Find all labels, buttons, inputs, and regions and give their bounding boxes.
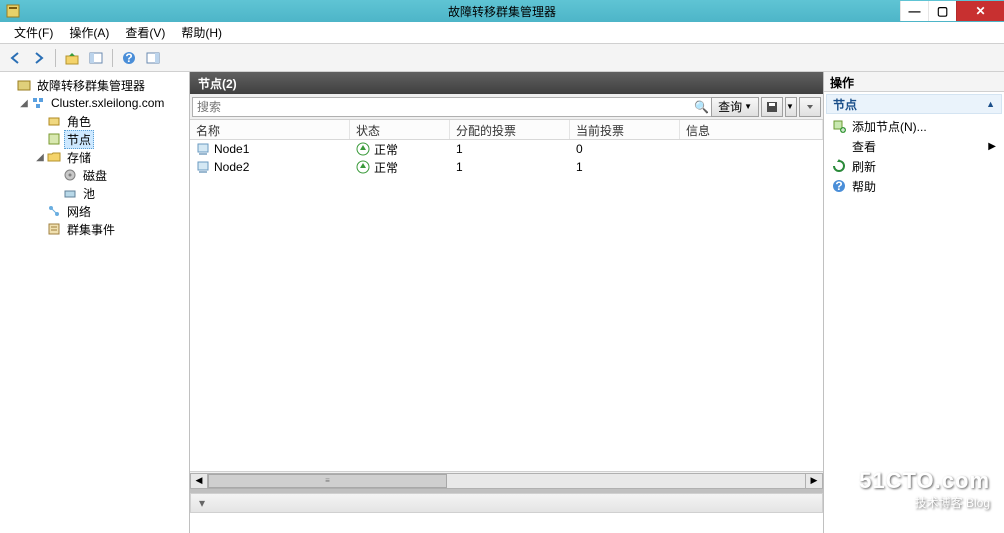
pool-icon xyxy=(62,185,78,201)
show-hide-tree-button[interactable] xyxy=(85,47,107,69)
disk-icon xyxy=(62,167,78,183)
search-row: 🔍 查询▼ ▼ xyxy=(190,94,823,120)
tree-disks[interactable]: 磁盘 xyxy=(0,166,189,184)
detail-pane: ▾ xyxy=(190,489,823,533)
svg-text:?: ? xyxy=(125,51,132,65)
table-row[interactable]: Node1 正常 10 xyxy=(190,140,823,158)
nav-forward-button[interactable] xyxy=(28,47,50,69)
help-button[interactable]: ? xyxy=(118,47,140,69)
nodes-icon xyxy=(46,131,62,147)
list-body[interactable]: Node1正常10Node2正常11 xyxy=(190,140,823,471)
action-view[interactable]: 查看 ▶ xyxy=(826,136,1002,156)
title-bar: 故障转移群集管理器 — ▢ ✕ xyxy=(0,0,1004,22)
toolbar: ? xyxy=(0,44,1004,72)
tree-pools[interactable]: 池 xyxy=(0,184,189,202)
menu-view[interactable]: 查看(V) xyxy=(117,22,173,43)
actions-pane: 操作 节点 ▲ 添加节点(N)... 查看 ▶ 刷新 ? 帮助 xyxy=(824,72,1004,533)
node-icon xyxy=(196,142,210,156)
menu-help[interactable]: 帮助(H) xyxy=(173,22,230,43)
node-name: Node2 xyxy=(214,160,249,174)
query-button[interactable]: 查询▼ xyxy=(711,97,759,117)
up-level-button[interactable] xyxy=(61,47,83,69)
save-query-button[interactable] xyxy=(761,97,783,117)
app-icon xyxy=(6,4,20,18)
expander-icon[interactable]: ◢ xyxy=(34,152,46,163)
current-vote: 0 xyxy=(570,142,680,156)
scroll-thumb[interactable]: ≡ xyxy=(208,474,447,488)
action-help[interactable]: ? 帮助 xyxy=(826,176,1002,196)
search-input[interactable] xyxy=(192,97,712,117)
menu-bar: 文件(F) 操作(A) 查看(V) 帮助(H) xyxy=(0,22,1004,44)
actions-title: 操作 xyxy=(824,72,1004,92)
maximize-button[interactable]: ▢ xyxy=(928,1,956,21)
folder-icon xyxy=(46,149,62,165)
window-title: 故障转移群集管理器 xyxy=(448,3,556,20)
detail-expander[interactable]: ▾ xyxy=(190,493,823,513)
scroll-right-button[interactable]: ▶ xyxy=(805,473,823,489)
col-assigned-vote[interactable]: 分配的投票 xyxy=(450,120,570,139)
events-icon xyxy=(46,221,62,237)
search-icon[interactable]: 🔍 xyxy=(694,100,709,114)
roles-icon xyxy=(46,113,62,129)
node-name: Node1 xyxy=(214,142,249,156)
submenu-arrow-icon: ▶ xyxy=(988,141,996,152)
node-list: 名称 状态 分配的投票 当前投票 信息 Node1正常10Node2正常11 ◀… xyxy=(190,120,823,489)
tree-networks[interactable]: 网络 xyxy=(0,202,189,220)
menu-action[interactable]: 操作(A) xyxy=(61,22,117,43)
collapse-icon[interactable]: ▲ xyxy=(986,99,995,109)
close-button[interactable]: ✕ xyxy=(956,1,1004,21)
navigation-tree[interactable]: 故障转移群集管理器 ◢ Cluster.sxleilong.com 角色 节点 … xyxy=(0,72,190,533)
current-vote: 1 xyxy=(570,160,680,174)
col-name[interactable]: 名称 xyxy=(190,120,350,139)
svg-text:?: ? xyxy=(835,179,842,193)
toolbar-separator xyxy=(112,49,113,67)
center-header: 节点(2) xyxy=(190,72,823,94)
node-icon xyxy=(196,160,210,174)
list-header: 名称 状态 分配的投票 当前投票 信息 xyxy=(190,120,823,140)
tree-storage[interactable]: ◢ 存储 xyxy=(0,148,189,166)
nav-back-button[interactable] xyxy=(4,47,26,69)
tree-root[interactable]: 故障转移群集管理器 xyxy=(0,76,189,94)
table-row[interactable]: Node2 正常 11 xyxy=(190,158,823,176)
toolbar-separator xyxy=(55,49,56,67)
expander-icon[interactable]: ◢ xyxy=(18,98,30,109)
action-add-node[interactable]: 添加节点(N)... xyxy=(826,116,1002,136)
status-text: 正常 xyxy=(374,159,398,176)
tree-roles[interactable]: 角色 xyxy=(0,112,189,130)
actions-section-head[interactable]: 节点 ▲ xyxy=(826,94,1002,114)
menu-file[interactable]: 文件(F) xyxy=(6,22,61,43)
scroll-left-button[interactable]: ◀ xyxy=(190,473,208,489)
col-info[interactable]: 信息 xyxy=(680,120,823,139)
cluster-manager-icon xyxy=(16,77,32,93)
tree-nodes[interactable]: 节点 xyxy=(0,130,189,148)
refresh-icon xyxy=(832,159,846,173)
save-query-dropdown[interactable]: ▼ xyxy=(785,97,797,117)
expand-options-button[interactable] xyxy=(799,97,821,117)
tree-cluster[interactable]: ◢ Cluster.sxleilong.com xyxy=(0,94,189,112)
assigned-vote: 1 xyxy=(450,160,570,174)
center-pane: 节点(2) 🔍 查询▼ ▼ 名称 状态 分配的投票 当前投票 信息 Node1 正… xyxy=(190,72,824,533)
help-icon: ? xyxy=(832,179,846,193)
status-up-icon xyxy=(356,142,370,156)
status-text: 正常 xyxy=(374,141,398,158)
network-icon xyxy=(46,203,62,219)
tree-events[interactable]: 群集事件 xyxy=(0,220,189,238)
action-refresh[interactable]: 刷新 xyxy=(826,156,1002,176)
horizontal-scrollbar[interactable]: ◀ ≡ ▶ xyxy=(190,471,823,489)
cluster-icon xyxy=(30,95,46,111)
status-up-icon xyxy=(356,160,370,174)
col-status[interactable]: 状态 xyxy=(350,120,450,139)
scroll-track[interactable]: ≡ xyxy=(208,473,805,489)
assigned-vote: 1 xyxy=(450,142,570,156)
col-current-vote[interactable]: 当前投票 xyxy=(570,120,680,139)
minimize-button[interactable]: — xyxy=(900,1,928,21)
add-node-icon xyxy=(832,119,846,133)
show-hide-actions-button[interactable] xyxy=(142,47,164,69)
